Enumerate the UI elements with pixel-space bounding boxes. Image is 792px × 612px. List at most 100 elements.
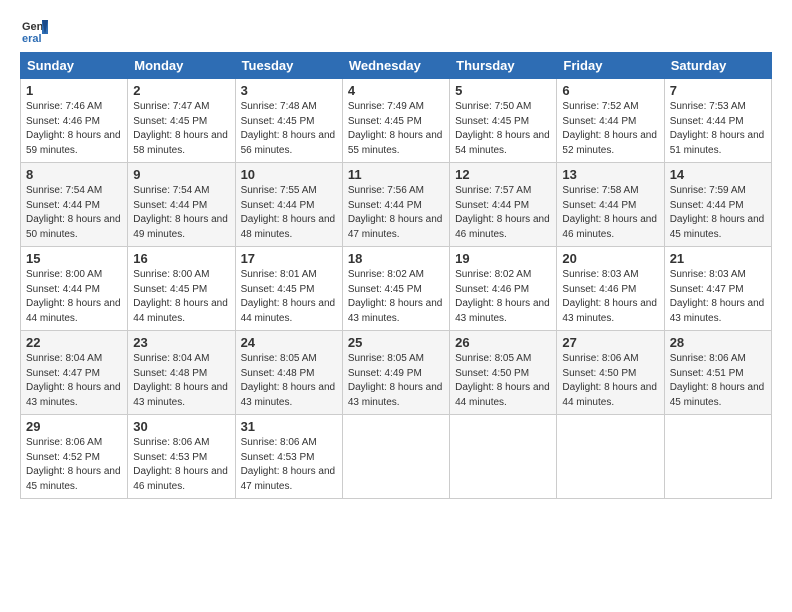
calendar-cell	[557, 415, 664, 499]
day-number: 3	[241, 83, 337, 98]
day-number: 27	[562, 335, 658, 350]
day-number: 23	[133, 335, 229, 350]
day-number: 20	[562, 251, 658, 266]
calendar-cell: 3 Sunrise: 7:48 AM Sunset: 4:45 PM Dayli…	[235, 79, 342, 163]
day-number: 12	[455, 167, 551, 182]
day-info: Sunrise: 7:48 AM Sunset: 4:45 PM Dayligh…	[241, 100, 337, 158]
calendar-cell: 20 Sunrise: 8:03 AM Sunset: 4:46 PM Dayl…	[557, 247, 664, 331]
day-number: 26	[455, 335, 551, 350]
calendar-cell	[342, 415, 449, 499]
day-info: Sunrise: 7:53 AM Sunset: 4:44 PM Dayligh…	[670, 100, 766, 158]
calendar-cell: 5 Sunrise: 7:50 AM Sunset: 4:45 PM Dayli…	[450, 79, 557, 163]
day-info: Sunrise: 8:00 AM Sunset: 4:44 PM Dayligh…	[26, 268, 122, 326]
day-info: Sunrise: 8:01 AM Sunset: 4:45 PM Dayligh…	[241, 268, 337, 326]
day-number: 13	[562, 167, 658, 182]
day-number: 28	[670, 335, 766, 350]
day-info: Sunrise: 7:50 AM Sunset: 4:45 PM Dayligh…	[455, 100, 551, 158]
col-thursday: Thursday	[450, 53, 557, 79]
calendar-cell: 11 Sunrise: 7:56 AM Sunset: 4:44 PM Dayl…	[342, 163, 449, 247]
calendar-cell: 16 Sunrise: 8:00 AM Sunset: 4:45 PM Dayl…	[128, 247, 235, 331]
day-info: Sunrise: 7:47 AM Sunset: 4:45 PM Dayligh…	[133, 100, 229, 158]
day-number: 16	[133, 251, 229, 266]
day-info: Sunrise: 8:03 AM Sunset: 4:46 PM Dayligh…	[562, 268, 658, 326]
calendar-cell: 24 Sunrise: 8:05 AM Sunset: 4:48 PM Dayl…	[235, 331, 342, 415]
day-number: 31	[241, 419, 337, 434]
day-info: Sunrise: 7:57 AM Sunset: 4:44 PM Dayligh…	[455, 184, 551, 242]
calendar-cell: 8 Sunrise: 7:54 AM Sunset: 4:44 PM Dayli…	[21, 163, 128, 247]
calendar-cell: 22 Sunrise: 8:04 AM Sunset: 4:47 PM Dayl…	[21, 331, 128, 415]
day-info: Sunrise: 8:06 AM Sunset: 4:50 PM Dayligh…	[562, 352, 658, 410]
calendar-cell: 19 Sunrise: 8:02 AM Sunset: 4:46 PM Dayl…	[450, 247, 557, 331]
logo-icon: Gen eral	[20, 16, 48, 44]
svg-text:eral: eral	[22, 33, 42, 44]
calendar-cell: 21 Sunrise: 8:03 AM Sunset: 4:47 PM Dayl…	[664, 247, 771, 331]
day-number: 24	[241, 335, 337, 350]
col-tuesday: Tuesday	[235, 53, 342, 79]
day-number: 1	[26, 83, 122, 98]
day-info: Sunrise: 8:05 AM Sunset: 4:50 PM Dayligh…	[455, 352, 551, 410]
day-info: Sunrise: 7:49 AM Sunset: 4:45 PM Dayligh…	[348, 100, 444, 158]
day-info: Sunrise: 8:02 AM Sunset: 4:45 PM Dayligh…	[348, 268, 444, 326]
day-number: 11	[348, 167, 444, 182]
page: Gen eral Sunday Monday Tuesday Wednesday	[0, 0, 792, 612]
day-info: Sunrise: 7:58 AM Sunset: 4:44 PM Dayligh…	[562, 184, 658, 242]
day-info: Sunrise: 8:06 AM Sunset: 4:51 PM Dayligh…	[670, 352, 766, 410]
calendar-cell: 17 Sunrise: 8:01 AM Sunset: 4:45 PM Dayl…	[235, 247, 342, 331]
calendar-cell: 29 Sunrise: 8:06 AM Sunset: 4:52 PM Dayl…	[21, 415, 128, 499]
calendar-cell: 27 Sunrise: 8:06 AM Sunset: 4:50 PM Dayl…	[557, 331, 664, 415]
col-sunday: Sunday	[21, 53, 128, 79]
day-info: Sunrise: 8:05 AM Sunset: 4:49 PM Dayligh…	[348, 352, 444, 410]
day-number: 6	[562, 83, 658, 98]
calendar-cell: 1 Sunrise: 7:46 AM Sunset: 4:46 PM Dayli…	[21, 79, 128, 163]
day-number: 2	[133, 83, 229, 98]
day-info: Sunrise: 7:54 AM Sunset: 4:44 PM Dayligh…	[133, 184, 229, 242]
day-number: 17	[241, 251, 337, 266]
day-info: Sunrise: 7:56 AM Sunset: 4:44 PM Dayligh…	[348, 184, 444, 242]
calendar-cell	[664, 415, 771, 499]
day-info: Sunrise: 7:55 AM Sunset: 4:44 PM Dayligh…	[241, 184, 337, 242]
header-row: Sunday Monday Tuesday Wednesday Thursday…	[21, 53, 772, 79]
calendar-cell: 15 Sunrise: 8:00 AM Sunset: 4:44 PM Dayl…	[21, 247, 128, 331]
calendar-cell: 18 Sunrise: 8:02 AM Sunset: 4:45 PM Dayl…	[342, 247, 449, 331]
day-info: Sunrise: 8:02 AM Sunset: 4:46 PM Dayligh…	[455, 268, 551, 326]
calendar-cell: 23 Sunrise: 8:04 AM Sunset: 4:48 PM Dayl…	[128, 331, 235, 415]
svg-text:Gen: Gen	[22, 21, 44, 33]
day-number: 5	[455, 83, 551, 98]
day-number: 4	[348, 83, 444, 98]
day-number: 10	[241, 167, 337, 182]
day-number: 25	[348, 335, 444, 350]
day-number: 21	[670, 251, 766, 266]
day-info: Sunrise: 8:03 AM Sunset: 4:47 PM Dayligh…	[670, 268, 766, 326]
day-number: 29	[26, 419, 122, 434]
day-number: 15	[26, 251, 122, 266]
calendar-cell: 6 Sunrise: 7:52 AM Sunset: 4:44 PM Dayli…	[557, 79, 664, 163]
day-info: Sunrise: 8:06 AM Sunset: 4:53 PM Dayligh…	[241, 436, 337, 494]
day-info: Sunrise: 8:04 AM Sunset: 4:47 PM Dayligh…	[26, 352, 122, 410]
day-info: Sunrise: 8:06 AM Sunset: 4:53 PM Dayligh…	[133, 436, 229, 494]
day-info: Sunrise: 8:00 AM Sunset: 4:45 PM Dayligh…	[133, 268, 229, 326]
col-saturday: Saturday	[664, 53, 771, 79]
calendar-row: 15 Sunrise: 8:00 AM Sunset: 4:44 PM Dayl…	[21, 247, 772, 331]
day-info: Sunrise: 8:05 AM Sunset: 4:48 PM Dayligh…	[241, 352, 337, 410]
calendar-cell	[450, 415, 557, 499]
calendar: Sunday Monday Tuesday Wednesday Thursday…	[20, 52, 772, 499]
day-number: 14	[670, 167, 766, 182]
calendar-cell: 26 Sunrise: 8:05 AM Sunset: 4:50 PM Dayl…	[450, 331, 557, 415]
calendar-cell: 4 Sunrise: 7:49 AM Sunset: 4:45 PM Dayli…	[342, 79, 449, 163]
day-number: 7	[670, 83, 766, 98]
day-info: Sunrise: 7:59 AM Sunset: 4:44 PM Dayligh…	[670, 184, 766, 242]
calendar-cell: 30 Sunrise: 8:06 AM Sunset: 4:53 PM Dayl…	[128, 415, 235, 499]
day-number: 8	[26, 167, 122, 182]
calendar-row: 29 Sunrise: 8:06 AM Sunset: 4:52 PM Dayl…	[21, 415, 772, 499]
calendar-row: 22 Sunrise: 8:04 AM Sunset: 4:47 PM Dayl…	[21, 331, 772, 415]
calendar-row: 1 Sunrise: 7:46 AM Sunset: 4:46 PM Dayli…	[21, 79, 772, 163]
day-number: 18	[348, 251, 444, 266]
calendar-cell: 2 Sunrise: 7:47 AM Sunset: 4:45 PM Dayli…	[128, 79, 235, 163]
day-info: Sunrise: 7:54 AM Sunset: 4:44 PM Dayligh…	[26, 184, 122, 242]
day-number: 22	[26, 335, 122, 350]
calendar-row: 8 Sunrise: 7:54 AM Sunset: 4:44 PM Dayli…	[21, 163, 772, 247]
calendar-cell: 7 Sunrise: 7:53 AM Sunset: 4:44 PM Dayli…	[664, 79, 771, 163]
calendar-cell: 9 Sunrise: 7:54 AM Sunset: 4:44 PM Dayli…	[128, 163, 235, 247]
col-wednesday: Wednesday	[342, 53, 449, 79]
day-number: 19	[455, 251, 551, 266]
